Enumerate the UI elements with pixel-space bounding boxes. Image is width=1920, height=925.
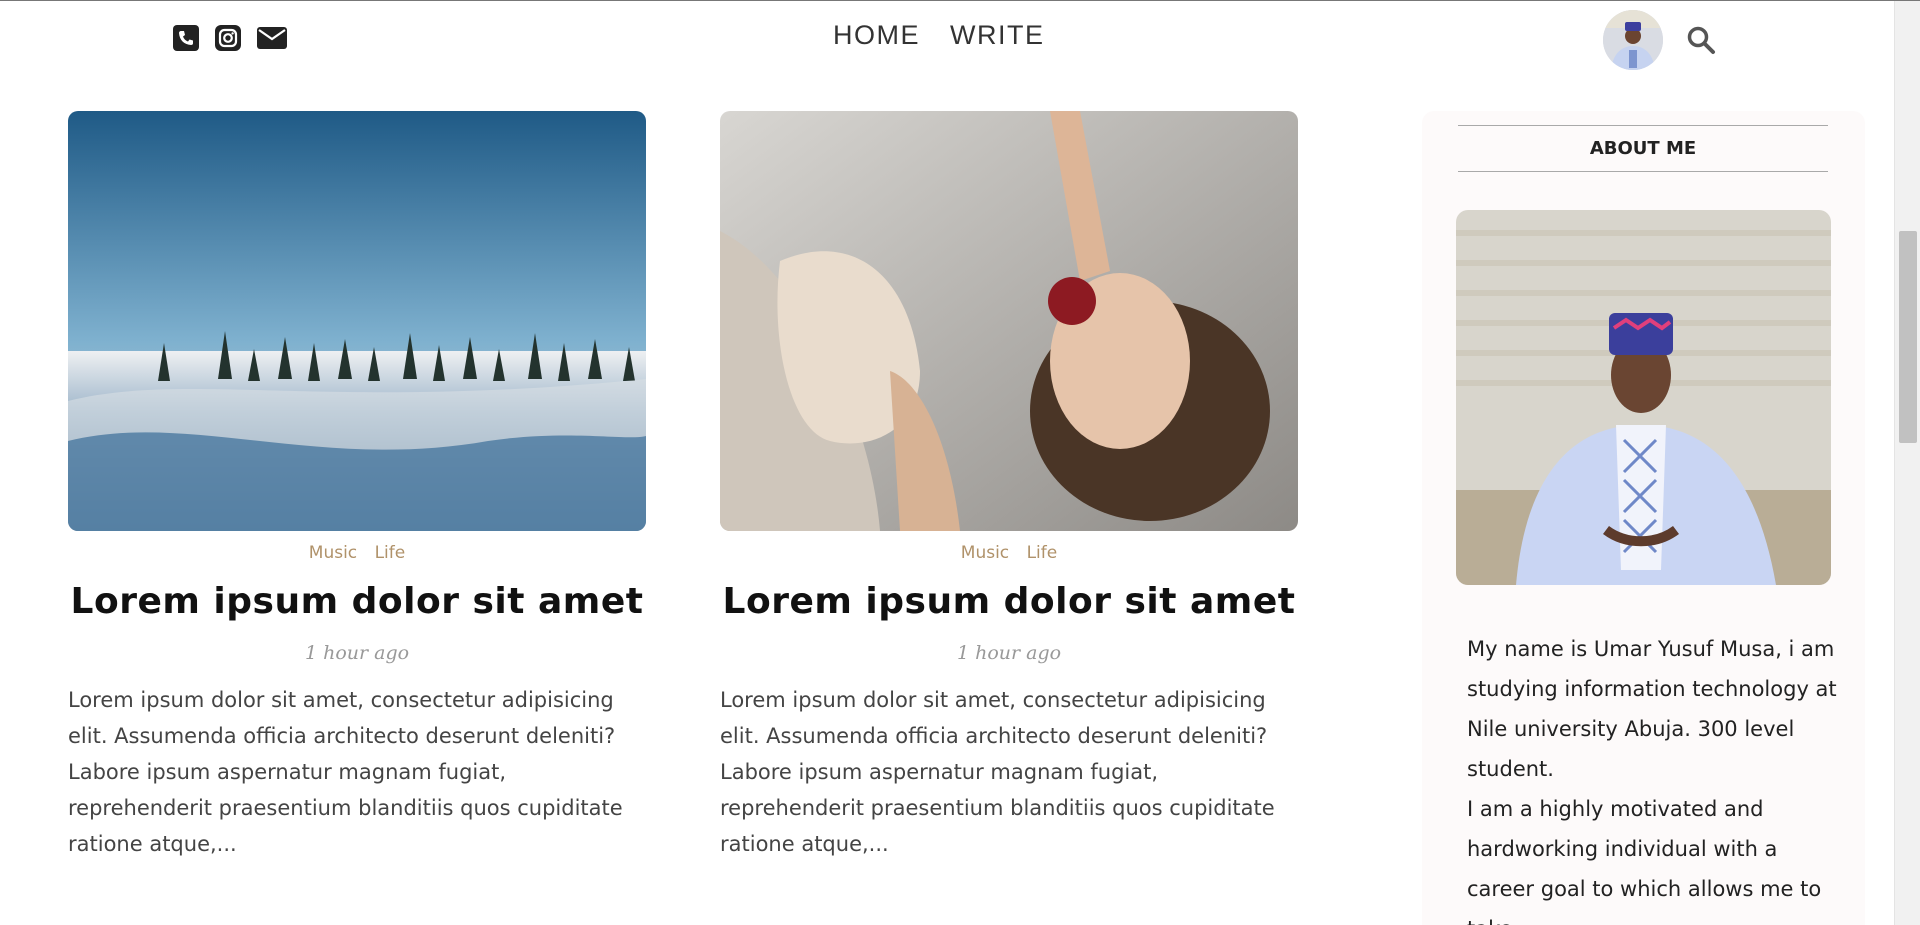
phone-icon[interactable]: [172, 24, 200, 52]
avatar-image: [1603, 10, 1663, 70]
post-image-portrait[interactable]: [720, 111, 1298, 531]
sidebar-title-bar: ABOUT ME: [1458, 125, 1828, 172]
sidebar-title: ABOUT ME: [1589, 138, 1697, 159]
about-me-photo: [1456, 210, 1831, 585]
post-categories: Music Life: [720, 543, 1298, 563]
post-title[interactable]: Lorem ipsum dolor sit amet: [68, 581, 646, 622]
bio-paragraph: My name is Umar Yusuf Musa, i am studyin…: [1467, 637, 1837, 781]
post-card: Music Life Lorem ipsum dolor sit amet 1 …: [68, 111, 646, 862]
post-card: Music Life Lorem ipsum dolor sit amet 1 …: [720, 111, 1298, 862]
category-link[interactable]: Life: [1027, 543, 1058, 563]
instagram-icon[interactable]: [214, 24, 242, 52]
social-links: [172, 24, 288, 52]
post-date: 1 hour ago: [304, 642, 410, 664]
category-link[interactable]: Life: [375, 543, 406, 563]
about-me-bio: My name is Umar Yusuf Musa, i am studyin…: [1467, 629, 1842, 925]
category-link[interactable]: Music: [309, 543, 357, 563]
user-avatar[interactable]: [1603, 10, 1663, 70]
nav-write-link[interactable]: WRITE: [950, 20, 1045, 51]
bio-paragraph: I am a highly motivated and hardworking …: [1467, 797, 1822, 925]
sidebar: ABOUT ME My name is Umar Yusuf Musa, i a…: [1422, 111, 1865, 925]
blog-page: HOME WRITE Music Life Lorem ipsum dolor …: [0, 0, 1920, 925]
post-excerpt: Lorem ipsum dolor sit amet, consectetur …: [720, 688, 1275, 856]
main-nav: HOME WRITE: [833, 20, 1045, 51]
scrollbar-thumb[interactable]: [1899, 231, 1917, 443]
nav-home-link[interactable]: HOME: [833, 20, 920, 51]
search-icon[interactable]: [1686, 25, 1716, 55]
post-image-snow[interactable]: [68, 111, 646, 531]
post-excerpt: Lorem ipsum dolor sit amet, consectetur …: [68, 688, 623, 856]
page-scrollbar[interactable]: [1894, 1, 1920, 925]
post-categories: Music Life: [68, 543, 646, 563]
mail-icon[interactable]: [256, 24, 288, 52]
post-title[interactable]: Lorem ipsum dolor sit amet: [720, 581, 1298, 622]
top-bar: HOME WRITE: [0, 1, 1894, 77]
post-date: 1 hour ago: [956, 642, 1062, 664]
category-link[interactable]: Music: [961, 543, 1009, 563]
